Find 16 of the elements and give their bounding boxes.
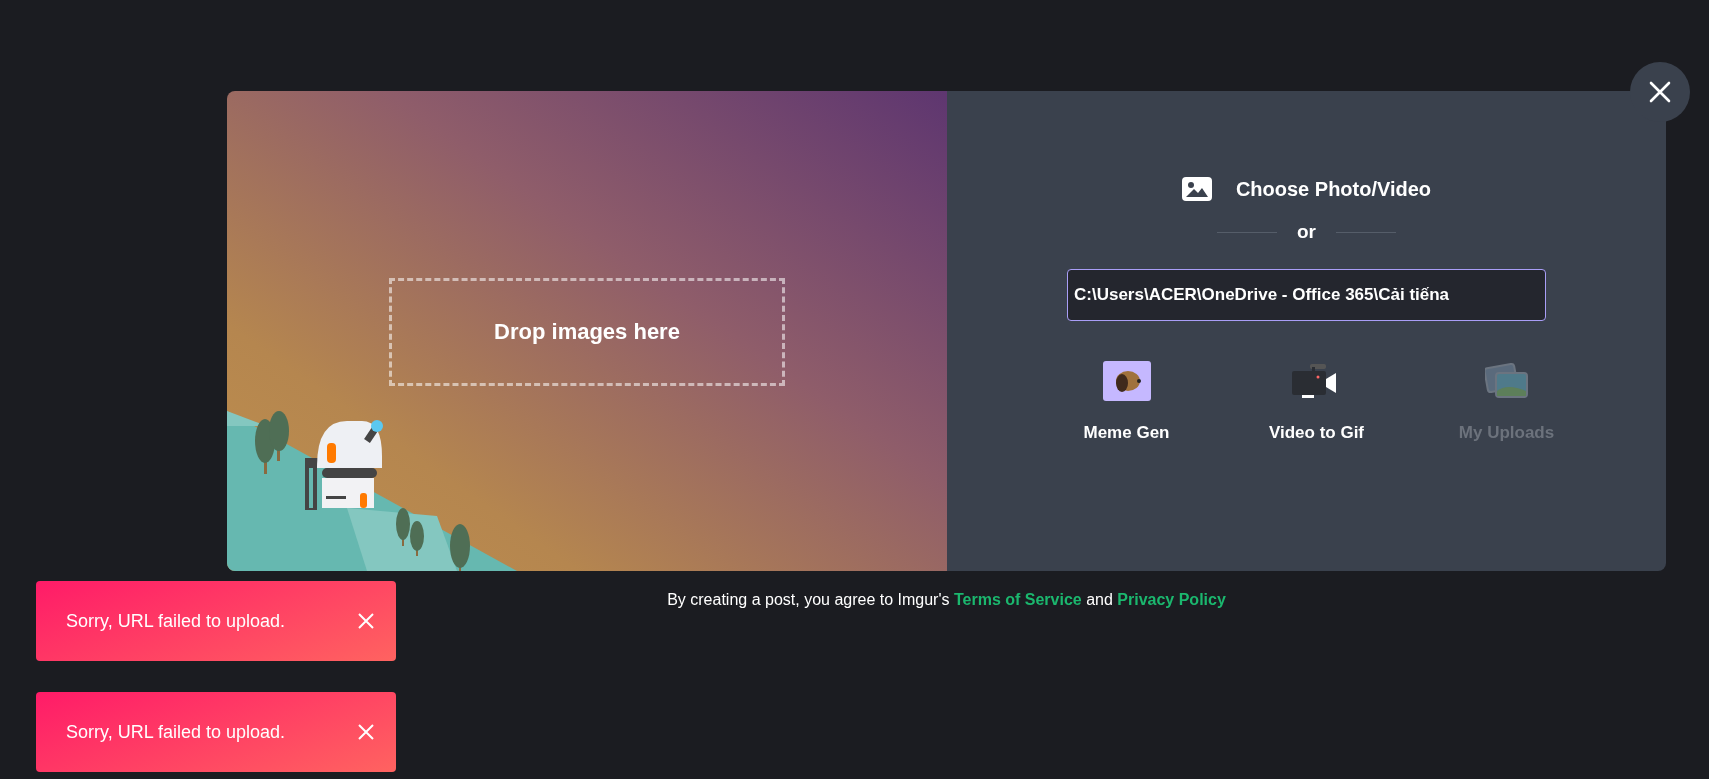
tool-button[interactable]: Meme Gen: [1051, 361, 1202, 443]
close-icon: [358, 724, 374, 740]
close-icon: [358, 613, 374, 629]
privacy-policy-link[interactable]: Privacy Policy: [1117, 591, 1226, 608]
toast-message: Sorry, URL failed to upload.: [66, 721, 286, 743]
choose-photo-video-button[interactable]: Choose Photo/Video: [1181, 177, 1432, 201]
terms-of-service-link[interactable]: Terms of Service: [953, 591, 1082, 608]
dog-icon: [1102, 361, 1151, 401]
close-icon: [1649, 81, 1671, 103]
tool-button[interactable]: Video to Gif: [1241, 361, 1392, 443]
url-field[interactable]: C:\Users\ACER\OneDrive - Office 365\Cải tiếna: [1067, 269, 1546, 321]
image-icon: [1181, 177, 1212, 201]
drop-zone[interactable]: Drop images here: [389, 278, 785, 386]
toast-message: Sorry, URL failed to upload.: [66, 610, 286, 632]
or-label: or: [1297, 221, 1316, 243]
photos-icon: [1484, 361, 1529, 401]
